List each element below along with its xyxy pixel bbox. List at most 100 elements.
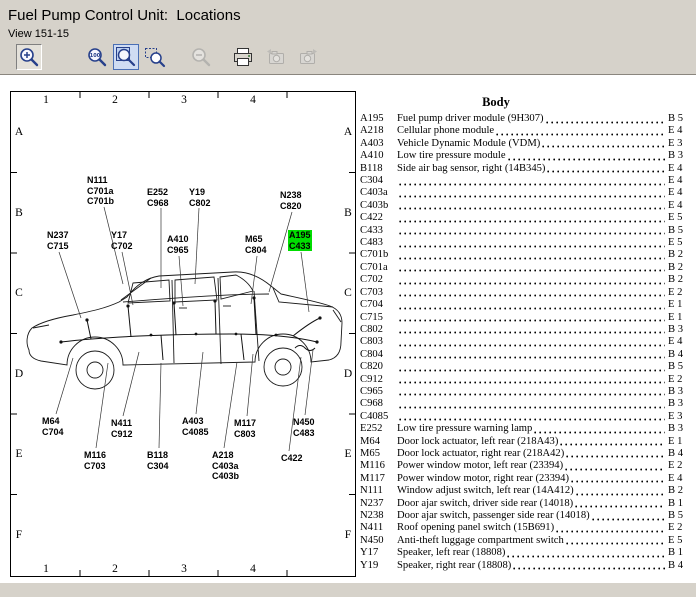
- list-item-E252[interactable]: E252Low tire pressure warning lampB 3: [360, 423, 690, 435]
- list-item-Y17[interactable]: Y17Speaker, left rear (18808)B 1: [360, 547, 690, 559]
- list-item-N237[interactable]: N237Door ajar switch, driver side rear (…: [360, 498, 690, 510]
- list-item-C803[interactable]: C803E 4: [360, 336, 690, 348]
- list-item-C304[interactable]: C304E 4: [360, 175, 690, 187]
- callout-Y19[interactable]: Y19C802: [189, 187, 211, 208]
- callout-N237[interactable]: N237C715: [47, 230, 69, 251]
- callout-N411[interactable]: N411C912: [111, 418, 133, 439]
- zoom-area-button[interactable]: [142, 44, 168, 70]
- grid-row-label-left: E: [15, 448, 22, 460]
- callout-N111[interactable]: N111C701aC701b: [87, 175, 114, 207]
- callout-A218[interactable]: A218C403aC403b: [212, 450, 239, 482]
- list-item-C422[interactable]: C422E 5: [360, 212, 690, 224]
- list-item-C433[interactable]: C433B 5: [360, 225, 690, 237]
- camera-next-icon: [297, 46, 319, 68]
- list-item-A218[interactable]: A218Cellular phone moduleE 4: [360, 125, 690, 137]
- zoom-fit-button[interactable]: [113, 44, 139, 70]
- list-item-B118[interactable]: B118Side air bag sensor, right (14B345)E…: [360, 163, 690, 175]
- zoom-in-button[interactable]: [16, 44, 42, 70]
- list-item-C701a[interactable]: C701aB 2: [360, 262, 690, 274]
- callout-line: C968: [147, 198, 169, 209]
- item-code: C4085: [360, 411, 397, 423]
- item-grid-ref: B 1: [668, 547, 690, 559]
- list-item-M117[interactable]: M117Power window motor, right rear (2339…: [360, 473, 690, 485]
- callout-Y17[interactable]: Y17C702: [111, 230, 133, 251]
- callout-line: C802: [189, 198, 211, 209]
- callout-A410[interactable]: A410C965: [167, 234, 189, 255]
- dot-leader: [399, 324, 665, 336]
- dot-leader: [592, 510, 665, 522]
- callout-M117[interactable]: M117C803: [234, 418, 256, 439]
- camera-prev-icon: [265, 46, 287, 68]
- item-code: A410: [360, 150, 397, 162]
- grid-col-label-bottom: 2: [112, 563, 118, 575]
- dot-leader: [507, 547, 665, 559]
- item-code: N411: [360, 522, 397, 534]
- list-item-C715[interactable]: C715E 1: [360, 312, 690, 324]
- list-item-C968[interactable]: C968B 3: [360, 398, 690, 410]
- list-item-C702[interactable]: C702B 2: [360, 274, 690, 286]
- callout-M65[interactable]: M65C804: [245, 234, 267, 255]
- list-item-C701b[interactable]: C701bB 2: [360, 249, 690, 261]
- dot-leader: [399, 262, 665, 274]
- callout-line: A218: [212, 450, 239, 461]
- list-item-M116[interactable]: M116Power window motor, left rear (23394…: [360, 460, 690, 472]
- zoom-100-button[interactable]: 100: [84, 44, 110, 70]
- toolbar: 100: [0, 40, 696, 74]
- list-item-Y19[interactable]: Y19Speaker, right rear (18808)B 4: [360, 560, 690, 572]
- item-description: Door ajar switch, driver side rear (1401…: [397, 498, 573, 510]
- item-description: Anti-theft luggage compartment switch: [397, 535, 564, 547]
- list-item-N238[interactable]: N238Door ajar switch, passenger side rea…: [360, 510, 690, 522]
- item-grid-ref: E 4: [668, 200, 690, 212]
- list-item-A403[interactable]: A403Vehicle Dynamic Module (VDM)E 3: [360, 138, 690, 150]
- item-grid-ref: B 5: [668, 225, 690, 237]
- grid-col-label-top: 4: [250, 94, 256, 106]
- zoom-out-icon: [190, 46, 212, 68]
- zoom-in-icon: [18, 46, 40, 68]
- list-item-M64[interactable]: M64Door lock actuator, left rear (218A43…: [360, 436, 690, 448]
- callout-B118[interactable]: B118C304: [147, 450, 169, 471]
- list-item-C403b[interactable]: C403bE 4: [360, 200, 690, 212]
- list-item-C802[interactable]: C802B 3: [360, 324, 690, 336]
- item-code: M64: [360, 436, 397, 448]
- list-item-C804[interactable]: C804B 4: [360, 349, 690, 361]
- list-item-N411[interactable]: N411Roof opening panel switch (15B691)E …: [360, 522, 690, 534]
- callout-C422[interactable]: C422: [281, 453, 303, 464]
- list-item-A410[interactable]: A410Low tire pressure moduleB 3: [360, 150, 690, 162]
- list-item-A195[interactable]: A195Fuel pump driver module (9H307)B 5: [360, 113, 690, 125]
- list-item-N450[interactable]: N450Anti-theft luggage compartment switc…: [360, 535, 690, 547]
- dot-leader: [547, 163, 665, 175]
- callout-M64[interactable]: M64C704: [42, 416, 64, 437]
- list-item-C912[interactable]: C912E 2: [360, 374, 690, 386]
- list-item-C703[interactable]: C703E 2: [360, 287, 690, 299]
- callout-M116[interactable]: M116C703: [84, 450, 106, 471]
- diagram-box: 11223344AABBCCDDEEFF N111C701aC701bE252C…: [10, 91, 356, 577]
- callout-N450[interactable]: N450C483: [293, 417, 315, 438]
- list-item-C483[interactable]: C483E 5: [360, 237, 690, 249]
- callout-E252[interactable]: E252C968: [147, 187, 169, 208]
- list-item-M65[interactable]: M65Door lock actuator, right rear (218A4…: [360, 448, 690, 460]
- dot-leader: [399, 187, 665, 199]
- callout-A403[interactable]: A403C4085: [182, 416, 209, 437]
- list-header: Body: [360, 95, 690, 110]
- list-item-C403a[interactable]: C403aE 4: [360, 187, 690, 199]
- print-button[interactable]: [230, 44, 256, 70]
- list-item-N111[interactable]: N111Window adjust switch, left rear (14A…: [360, 485, 690, 497]
- list-item-C965[interactable]: C965B 3: [360, 386, 690, 398]
- callout-line: C4085: [182, 427, 209, 438]
- callout-A195[interactable]: A195C433: [288, 230, 312, 251]
- grid-row-label-right: E: [344, 448, 351, 460]
- list-item-C820[interactable]: C820B 5: [360, 361, 690, 373]
- item-code: E252: [360, 423, 397, 435]
- item-grid-ref: B 3: [668, 150, 690, 162]
- callout-line: C912: [111, 429, 133, 440]
- list-item-C4085[interactable]: C4085 E 3: [360, 411, 690, 423]
- item-code: M117: [360, 473, 397, 485]
- grid-row-label-right: D: [344, 368, 352, 380]
- callout-N238[interactable]: N238C820: [280, 190, 302, 211]
- dot-leader: [399, 249, 665, 261]
- list-item-C704[interactable]: C704E 1: [360, 299, 690, 311]
- item-grid-ref: E 3: [668, 411, 690, 423]
- dot-leader: [399, 200, 665, 212]
- dot-leader: [399, 175, 665, 187]
- item-description: Speaker, left rear (18808): [397, 547, 505, 559]
